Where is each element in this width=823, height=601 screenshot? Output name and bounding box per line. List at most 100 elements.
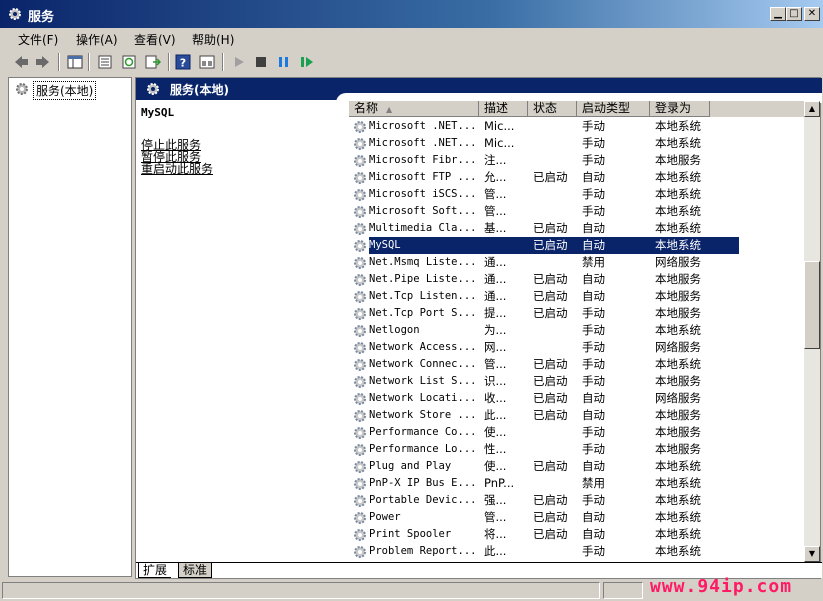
menu-help[interactable]: 帮助(H) xyxy=(192,31,234,48)
gear-icon xyxy=(353,222,367,236)
export-icon[interactable] xyxy=(144,53,162,71)
service-name: Net.Msmq Liste... xyxy=(369,256,477,268)
refresh-icon[interactable] xyxy=(120,53,138,71)
vertical-scrollbar[interactable]: ▲ ▼ xyxy=(804,101,820,562)
table-row[interactable]: Performance Co... 使... 手动 本地服务 xyxy=(349,424,804,441)
service-startup-type: 手动 xyxy=(582,153,605,167)
table-row[interactable]: Net.Tcp Listen... 通... 已启动 自动 本地服务 xyxy=(349,288,804,305)
table-row[interactable]: MySQL 已启动 自动 本地系统 xyxy=(349,237,804,254)
service-name: Network List S... xyxy=(369,375,477,387)
service-logon-as: 本地系统 xyxy=(655,544,701,558)
service-name: Network Access... xyxy=(369,341,477,353)
back-icon[interactable] xyxy=(12,53,30,71)
column-header-status[interactable]: 状态 xyxy=(528,101,577,117)
table-row[interactable]: Problem Report... 此... 手动 本地系统 xyxy=(349,543,804,559)
table-row[interactable]: Microsoft Soft... 管... 手动 本地系统 xyxy=(349,203,804,220)
table-row[interactable]: Print Spooler 将... 已启动 自动 本地系统 xyxy=(349,526,804,543)
gear-icon xyxy=(353,494,367,508)
tab-standard[interactable]: 标准 xyxy=(178,563,213,578)
menu-action[interactable]: 操作(A) xyxy=(76,31,118,48)
sort-up-icon: ▲ xyxy=(386,105,393,114)
service-description: 管... xyxy=(484,187,507,201)
service-logon-as: 本地服务 xyxy=(655,289,701,303)
service-name: Net.Tcp Port S... xyxy=(369,307,477,319)
gear-icon xyxy=(353,188,367,202)
service-logon-as: 本地服务 xyxy=(655,408,701,422)
scroll-up-button[interactable]: ▲ xyxy=(804,101,820,117)
table-row[interactable]: Microsoft Fibr... 注... 手动 本地服务 xyxy=(349,152,804,169)
gear-icon xyxy=(353,205,367,219)
tree-item-services-local[interactable]: 服务(本地) xyxy=(15,81,97,100)
console-icon[interactable] xyxy=(198,53,216,71)
table-row[interactable]: Power 管... 已启动 自动 本地系统 xyxy=(349,509,804,526)
table-row[interactable]: Network Store ... 此... 已启动 自动 本地服务 xyxy=(349,407,804,424)
table-row[interactable]: Microsoft .NET... Mic... 手动 本地系统 xyxy=(349,118,804,135)
service-startup-type: 手动 xyxy=(582,306,605,320)
table-row[interactable]: Microsoft iSCS... 管... 手动 本地系统 xyxy=(349,186,804,203)
service-logon-as: 网络服务 xyxy=(655,391,701,405)
table-row[interactable]: Net.Tcp Port S... 提... 已启动 手动 本地服务 xyxy=(349,305,804,322)
service-description: 此... xyxy=(484,408,507,422)
play-icon[interactable] xyxy=(230,53,248,71)
service-description: 管... xyxy=(484,510,507,524)
gear-icon xyxy=(353,443,367,457)
table-row[interactable]: Microsoft FTP ... 允... 已启动 自动 本地系统 xyxy=(349,169,804,186)
gear-icon xyxy=(353,307,367,321)
gear-icon xyxy=(353,239,367,253)
service-name: Microsoft FTP ... xyxy=(369,171,477,183)
service-logon-as: 本地系统 xyxy=(655,119,701,133)
service-status: 已启动 xyxy=(533,493,568,507)
show-tree-icon[interactable] xyxy=(66,53,84,71)
service-description: 为... xyxy=(484,323,507,337)
column-header-logon-as[interactable]: 登录为 xyxy=(650,101,710,117)
status-panel-secondary xyxy=(603,582,643,599)
service-status: 已启动 xyxy=(533,306,568,320)
column-header-name[interactable]: 名称 ▲ xyxy=(349,101,479,117)
service-status: 已启动 xyxy=(533,170,568,184)
service-logon-as: 网络服务 xyxy=(655,340,701,354)
table-row[interactable]: Plug and Play 使... 已启动 自动 本地系统 xyxy=(349,458,804,475)
service-description: Mic... xyxy=(484,136,515,150)
table-row[interactable]: Net.Msmq Liste... 通... 禁用 网络服务 xyxy=(349,254,804,271)
gear-icon xyxy=(353,341,367,355)
scroll-down-button[interactable]: ▼ xyxy=(804,546,820,562)
minimize-button[interactable]: ▁ xyxy=(770,7,786,21)
gear-icon xyxy=(353,154,367,168)
menu-file[interactable]: 文件(F) xyxy=(18,31,58,48)
close-button[interactable]: ✕ xyxy=(804,7,820,21)
table-row[interactable]: Network Access... 网... 手动 网络服务 xyxy=(349,339,804,356)
service-logon-as: 本地系统 xyxy=(655,527,701,541)
service-name: Portable Devic... xyxy=(369,494,477,506)
table-row[interactable]: PnP-X IP Bus E... PnP... 禁用 本地系统 xyxy=(349,475,804,492)
column-header-startup-type[interactable]: 启动类型 xyxy=(577,101,650,117)
table-row[interactable]: Network Connec... 管... 已启动 手动 本地系统 xyxy=(349,356,804,373)
table-row[interactable]: Portable Devic... 强... 已启动 手动 本地系统 xyxy=(349,492,804,509)
service-startup-type: 自动 xyxy=(582,527,605,541)
table-row[interactable]: Network List S... 识... 已启动 手动 本地服务 xyxy=(349,373,804,390)
table-row[interactable]: Net.Pipe Liste... 通... 已启动 自动 本地服务 xyxy=(349,271,804,288)
menu-view[interactable]: 查看(V) xyxy=(134,31,176,48)
service-logon-as: 本地系统 xyxy=(655,136,701,150)
service-description: Mic... xyxy=(484,119,515,133)
table-row[interactable]: Network Locati... 收... 已启动 自动 网络服务 xyxy=(349,390,804,407)
stop-icon[interactable] xyxy=(252,53,270,71)
service-startup-type: 自动 xyxy=(582,408,605,422)
service-status: 已启动 xyxy=(533,272,568,286)
column-header-description[interactable]: 描述 xyxy=(479,101,528,117)
maximize-button[interactable]: □ xyxy=(786,7,802,21)
restart-service-link[interactable]: 重启动此服务 xyxy=(141,163,341,175)
table-row[interactable]: Performance Lo... 性... 手动 本地服务 xyxy=(349,441,804,458)
tab-extended[interactable]: 扩展 xyxy=(138,563,172,578)
table-row[interactable]: Multimedia Cla... 基... 已启动 自动 本地系统 xyxy=(349,220,804,237)
table-row[interactable]: Microsoft .NET... Mic... 手动 本地系统 xyxy=(349,135,804,152)
resume-icon[interactable] xyxy=(298,53,316,71)
service-status: 已启动 xyxy=(533,527,568,541)
properties-icon[interactable] xyxy=(96,53,114,71)
pause-icon[interactable] xyxy=(275,53,293,71)
forward-icon[interactable] xyxy=(34,53,52,71)
scroll-thumb[interactable] xyxy=(804,261,820,349)
service-name: Microsoft .NET... xyxy=(369,120,477,132)
table-row[interactable]: Netlogon 为... 手动 本地系统 xyxy=(349,322,804,339)
help-icon[interactable]: ? xyxy=(174,53,192,71)
service-logon-as: 本地系统 xyxy=(655,476,701,490)
